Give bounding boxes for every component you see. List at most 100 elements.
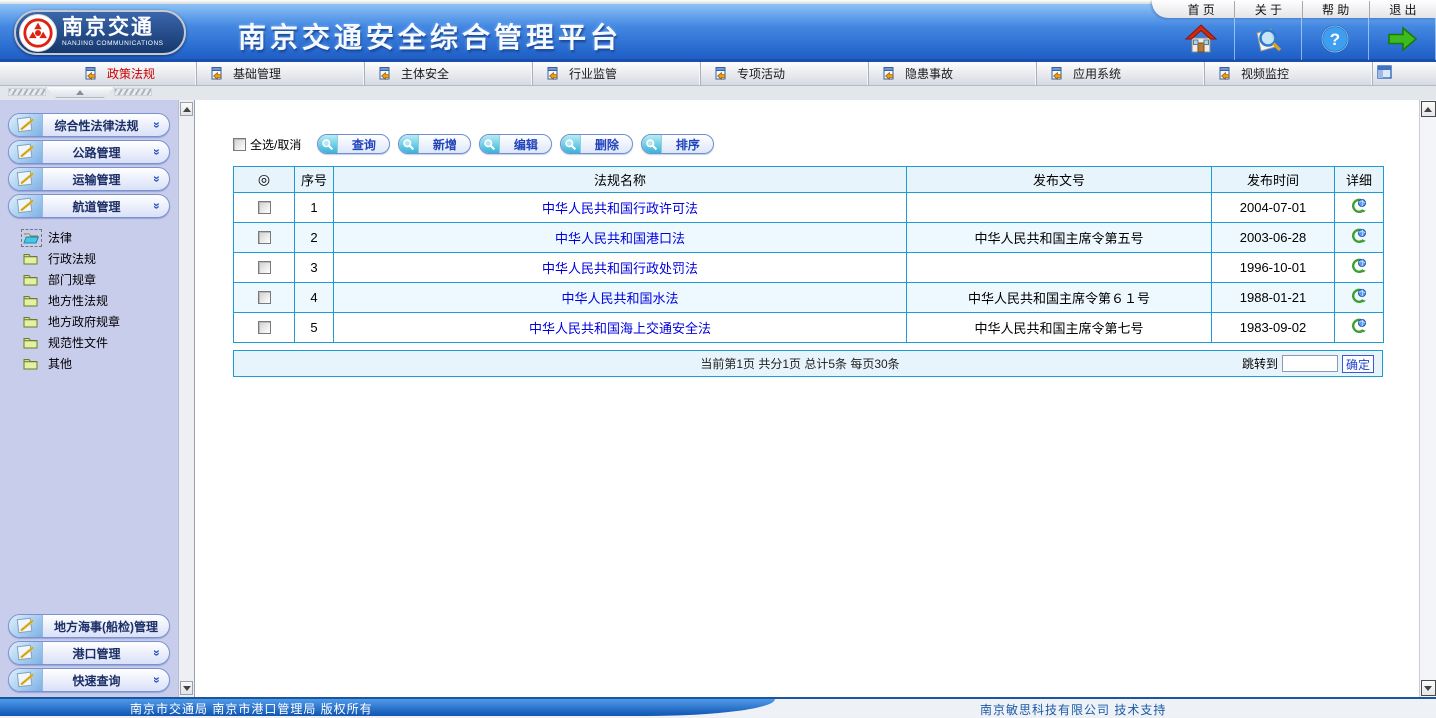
jump-label: 跳转到 — [1242, 355, 1278, 372]
law-name-link[interactable]: 中华人民共和国水法 — [561, 291, 678, 306]
row-checkbox[interactable] — [258, 231, 271, 244]
sidebar-group[interactable]: 快速查询 » — [8, 668, 170, 692]
row-pub-date: 2003-06-28 — [1212, 223, 1335, 253]
law-name-link[interactable]: 中华人民共和国行政许可法 — [542, 201, 698, 216]
menu-help[interactable]: 帮 助 — [1303, 1, 1370, 18]
help-icon[interactable]: ? — [1302, 18, 1369, 60]
sidebar-scrollbar[interactable] — [178, 100, 195, 697]
page-title: 南京交通安全综合管理平台 — [238, 16, 622, 56]
select-all-label: 全选/取消 — [250, 136, 301, 153]
folder-icon — [23, 252, 40, 266]
panel-collapse-handle[interactable] — [8, 87, 152, 99]
toolbar-button[interactable]: 删除 — [560, 134, 633, 154]
nav-tab[interactable]: 专项活动 — [701, 62, 869, 85]
detail-globe-icon[interactable] — [1351, 262, 1367, 277]
table-row: 4 中华人民共和国水法 中华人民共和国主席令第６１号 1988-01-21 — [234, 283, 1384, 313]
nav-tabbar: 政策法规 基础管理 主体安全 — [0, 62, 1436, 86]
law-name-link[interactable]: 中华人民共和国港口法 — [555, 231, 685, 246]
detail-globe-icon[interactable] — [1351, 322, 1367, 337]
notepad-pencil-icon — [9, 642, 43, 664]
detail-globe-icon[interactable] — [1351, 232, 1367, 247]
tree-item[interactable]: 地方性法规 — [23, 290, 178, 311]
menu-home[interactable]: 首 页 — [1168, 1, 1235, 18]
row-pub-date: 1988-01-21 — [1212, 283, 1335, 313]
confirm-button[interactable]: 确定 — [1342, 355, 1374, 373]
sidebar-group[interactable]: 航道管理 » — [8, 194, 170, 218]
document-icon — [1049, 67, 1066, 81]
document-icon — [881, 67, 898, 81]
column-header-select: ◎ — [234, 167, 295, 193]
tree-item[interactable]: 行政法规 — [23, 248, 178, 269]
quick-menu: 首 页 关 于 帮 助 退 出 ? — [1152, 0, 1436, 62]
sidebar-group[interactable]: 运输管理 » — [8, 167, 170, 191]
magnifier-icon — [642, 135, 662, 153]
jump-page-input[interactable] — [1282, 355, 1338, 372]
tree-item[interactable]: 地方政府规章 — [23, 311, 178, 332]
row-index: 4 — [295, 283, 334, 313]
sidebar-group[interactable]: 港口管理 » — [8, 641, 170, 665]
menu-exit[interactable]: 退 出 — [1370, 1, 1436, 18]
toolbar-button[interactable]: 编辑 — [479, 134, 552, 154]
main-content: 全选/取消 查询 — [195, 100, 1419, 697]
chevron-down-icon: » — [150, 646, 164, 660]
row-index: 2 — [295, 223, 334, 253]
nav-tab[interactable]: 主体安全 — [365, 62, 533, 85]
scroll-down-button[interactable] — [180, 681, 193, 695]
sidebar-group[interactable]: 综合性法律法规 » — [8, 113, 170, 137]
laws-table: ◎ 序号 法规名称 发布文号 发布时间 详细 1 中华人民共和国行政许可法 20… — [233, 166, 1384, 343]
select-all-checkbox[interactable] — [233, 138, 246, 151]
law-name-link[interactable]: 中华人民共和国海上交通安全法 — [529, 321, 711, 336]
column-header-index: 序号 — [295, 167, 334, 193]
notepad-pencil-icon — [9, 195, 43, 217]
toolbar-button[interactable]: 新增 — [398, 134, 471, 154]
home-icon[interactable] — [1168, 18, 1235, 60]
magnifier-icon — [480, 135, 500, 153]
menu-about[interactable]: 关 于 — [1235, 1, 1302, 18]
scroll-up-button[interactable] — [180, 102, 193, 116]
folder-icon — [23, 336, 40, 350]
notepad-pencil-icon — [9, 168, 43, 190]
notepad-pencil-icon — [9, 141, 43, 163]
notepad-pencil-icon — [9, 114, 43, 136]
scroll-down-button[interactable] — [1421, 680, 1436, 696]
nav-tab[interactable]: 隐患事故 — [869, 62, 1037, 85]
row-checkbox[interactable] — [258, 291, 271, 304]
toolbar-button[interactable]: 排序 — [641, 134, 714, 154]
toolbar-button[interactable]: 查询 — [317, 134, 390, 154]
toolbar: 全选/取消 查询 — [233, 133, 1419, 155]
detail-globe-icon[interactable] — [1351, 202, 1367, 217]
law-name-link[interactable]: 中华人民共和国行政处罚法 — [542, 261, 698, 276]
column-header-pub-date: 发布时间 — [1212, 167, 1335, 193]
table-row: 1 中华人民共和国行政许可法 2004-07-01 — [234, 193, 1384, 223]
logo: 南京交通 NANJING COMMUNICATIONS — [14, 10, 186, 55]
nav-tab[interactable]: 基础管理 — [197, 62, 365, 85]
exit-arrow-icon[interactable] — [1369, 18, 1436, 60]
nav-tab[interactable]: 应用系统 — [1037, 62, 1205, 85]
nav-tab[interactable]: 视频监控 — [1205, 62, 1373, 85]
sidebar-group[interactable]: 地方海事(船检)管理 » — [8, 614, 170, 638]
tree-item[interactable]: 其他 — [23, 353, 178, 374]
logo-subtitle: NANJING COMMUNICATIONS — [62, 41, 164, 48]
tree-item[interactable]: 部门规章 — [23, 269, 178, 290]
row-checkbox[interactable] — [258, 261, 271, 274]
scroll-up-button[interactable] — [1421, 101, 1436, 117]
document-icon — [545, 67, 562, 81]
about-search-icon[interactable] — [1235, 18, 1302, 60]
detail-globe-icon[interactable] — [1351, 292, 1367, 307]
nav-tab[interactable]: 政策法规 — [0, 62, 197, 85]
handle-stripes-right — [114, 88, 152, 96]
column-header-name: 法规名称 — [334, 167, 907, 193]
sidebar-group[interactable]: 公路管理 » — [8, 140, 170, 164]
tree-item[interactable]: 规范性文件 — [23, 332, 178, 353]
row-checkbox[interactable] — [258, 201, 271, 214]
table-row: 3 中华人民共和国行政处罚法 1996-10-01 — [234, 253, 1384, 283]
window-layout-icon[interactable] — [1377, 65, 1392, 82]
row-checkbox[interactable] — [258, 321, 271, 334]
nav-tab[interactable]: 行业监管 — [533, 62, 701, 85]
main-scrollbar[interactable] — [1419, 100, 1436, 697]
logo-emblem-icon — [19, 14, 57, 52]
folder-icon — [23, 273, 40, 287]
tree-item[interactable]: 法律 — [23, 227, 178, 248]
sidebar-bottom-groups: 地方海事(船检)管理 » 港口管理 » — [0, 614, 178, 695]
notepad-pencil-icon — [9, 669, 43, 691]
